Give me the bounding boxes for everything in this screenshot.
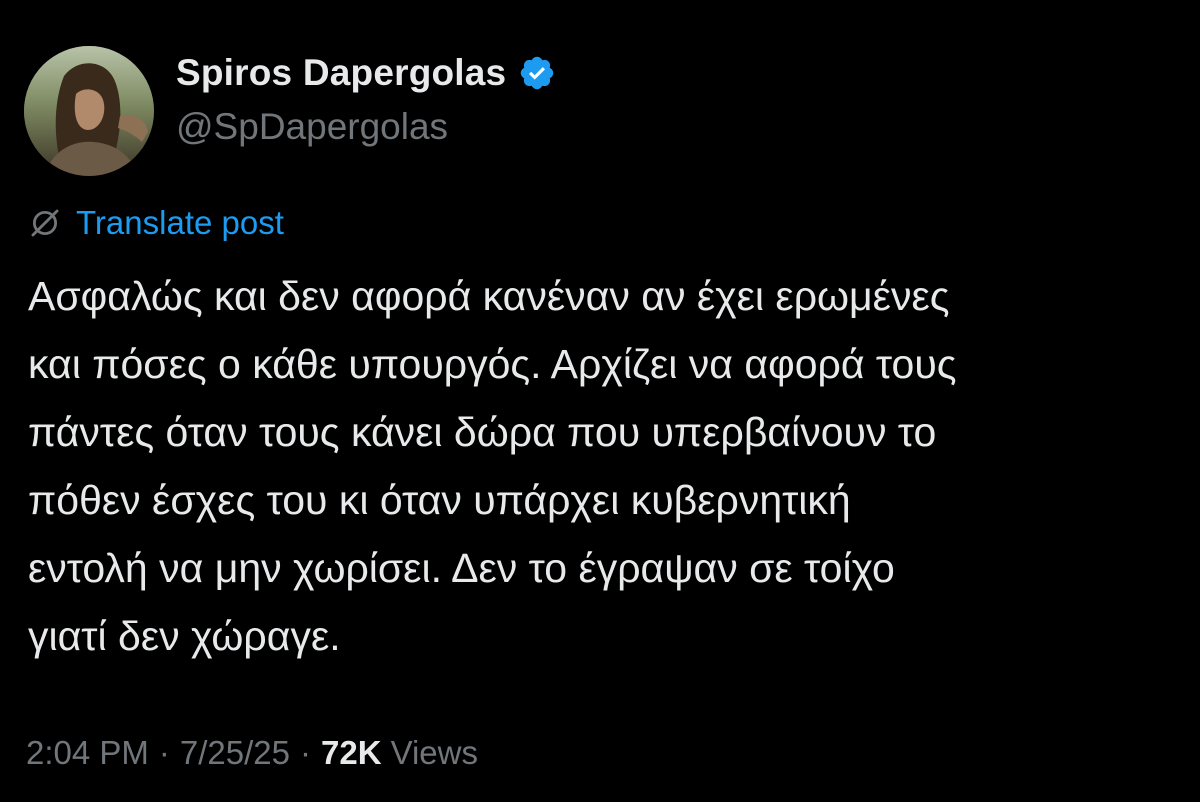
author-handle[interactable]: @SpDapergolas (176, 106, 448, 148)
avatar-photo (24, 46, 154, 176)
author-name-row[interactable]: Spiros Dapergolas (176, 50, 556, 96)
views-count[interactable]: 72K (321, 734, 382, 772)
translate-post-label[interactable]: Translate post (76, 204, 284, 242)
meta-separator: · (158, 734, 170, 771)
post-date[interactable]: 7/25/25 (180, 734, 290, 772)
post-text-line: Ασφαλώς και δεν αφορά κανέναν αν έχει ερ… (28, 273, 950, 319)
post-text-line: πόθεν έσχες του κι όταν υπάρχει κυβερνητ… (28, 477, 851, 523)
verified-badge-icon (521, 56, 554, 90)
post-text: Ασφαλώς και δεν αφορά κανέναν αν έχει ερ… (28, 262, 1188, 670)
post-text-line: και πόσες ο κάθε υπουργός. Αρχίζει να αφ… (28, 341, 957, 387)
profile-avatar[interactable] (24, 46, 154, 176)
globe-icon (31, 209, 59, 237)
post-text-line: γιατί δεν χώραγε. (28, 613, 341, 659)
post-time[interactable]: 2:04 PM (26, 734, 149, 772)
author-display-name[interactable]: Spiros Dapergolas (176, 52, 506, 94)
translate-post-button[interactable]: Translate post (28, 200, 284, 246)
views-label[interactable]: Views (391, 734, 478, 772)
meta-separator: · (300, 734, 312, 771)
post-text-line: εντολή να μην χωρίσει. Δεν το έγραψαν σε… (28, 545, 895, 591)
post-text-line: πάντες όταν τους κάνει δώρα που υπερβαίν… (28, 409, 937, 455)
post-metadata: 2:04 PM · 7/25/25 · 72K Views (26, 728, 478, 778)
